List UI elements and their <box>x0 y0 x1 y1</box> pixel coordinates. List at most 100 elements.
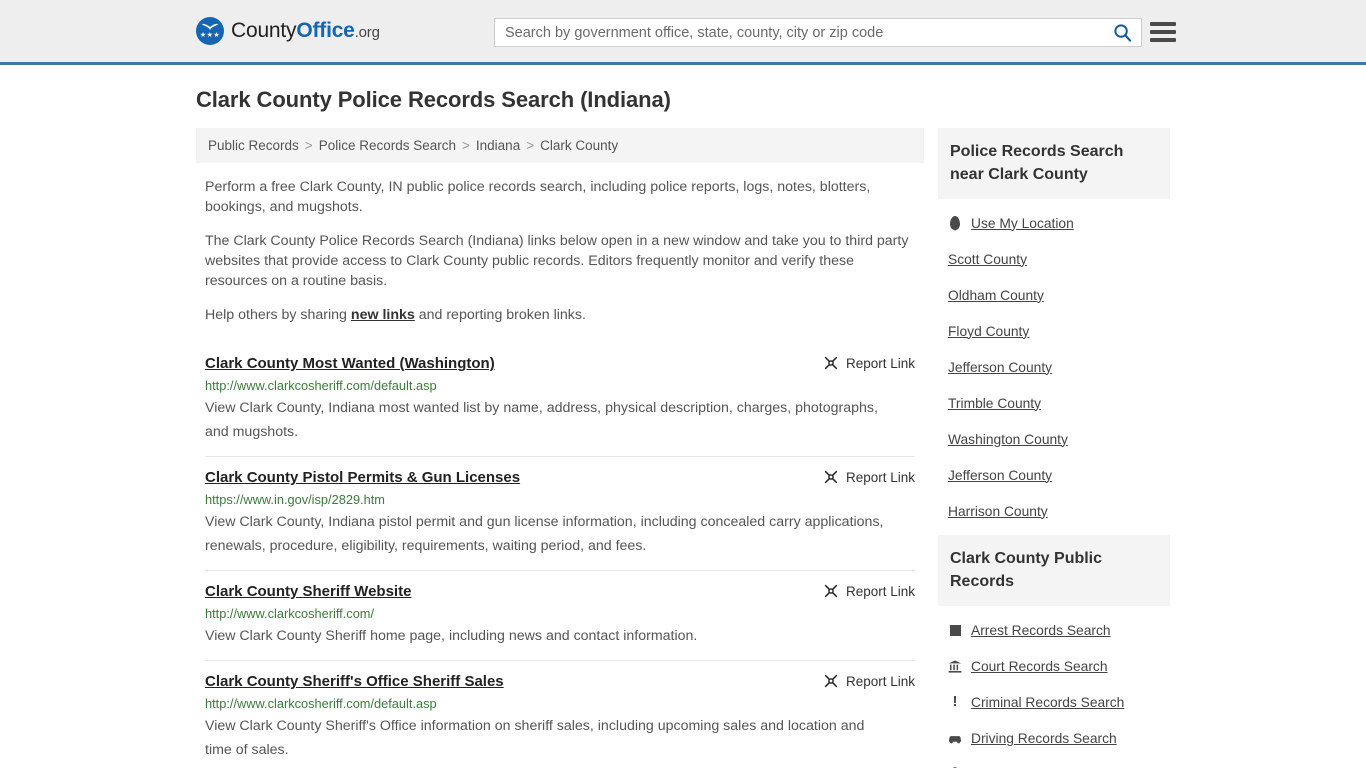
logo-tld: .org <box>354 24 380 41</box>
map-pin-icon <box>948 216 962 230</box>
sidebar: Police Records Search near Clark County … <box>938 128 1170 768</box>
search-bar <box>494 18 1142 47</box>
exclamation-icon: ! <box>952 693 958 710</box>
sidebar-item-washington-county[interactable]: Washington County <box>948 421 1170 457</box>
result-item: Clark County Most Wanted (Washington) Re… <box>205 343 915 456</box>
search-button[interactable] <box>1103 19 1141 46</box>
breadcrumb-separator: > <box>462 138 470 153</box>
report-link-label: Report Link <box>845 583 915 599</box>
result-header: Clark County Sheriff Website Report Link <box>205 582 915 601</box>
site-logo[interactable]: ★★★ CountyOffice.org <box>196 17 380 45</box>
new-links-link[interactable]: new links <box>351 307 415 323</box>
courthouse-icon <box>948 660 962 673</box>
result-url: http://www.clarkcosheriff.com/default.as… <box>205 696 437 711</box>
breadcrumb-item-police-records-search[interactable]: Police Records Search <box>319 138 456 153</box>
search-icon <box>1113 24 1131 42</box>
result-url: http://www.clarkcosheriff.com/default.as… <box>205 378 437 393</box>
sidebar-item-criminal-records-search[interactable]: ! Criminal Records Search <box>948 684 1170 720</box>
broken-link-icon <box>824 356 838 370</box>
result-description: View Clark County, Indiana most wanted l… <box>205 400 878 440</box>
broken-link-icon <box>824 584 838 598</box>
sidebar-item-label: Driving Records Search <box>971 730 1117 746</box>
result-description: View Clark County Sheriff's Office infor… <box>205 718 865 758</box>
sidebar-item-label: Court Records Search <box>971 658 1108 674</box>
breadcrumb-item-public-records[interactable]: Public Records <box>208 138 299 153</box>
breadcrumb-item-clark-county[interactable]: Clark County <box>540 138 618 153</box>
site-header: ★★★ CountyOffice.org <box>0 0 1366 65</box>
result-title-link[interactable]: Clark County Pistol Permits & Gun Licens… <box>205 468 520 487</box>
sidebar-item-label: Jefferson County <box>948 467 1053 483</box>
sidebar-item-arrest-records-search[interactable]: Arrest Records Search <box>948 612 1170 648</box>
hamburger-bar-2 <box>1150 30 1176 34</box>
intro-text-after-link: and reporting broken links. <box>414 307 586 323</box>
sidebar-item-court-records-search[interactable]: Court Records Search <box>948 648 1170 684</box>
page-title: Clark County Police Records Search (Indi… <box>196 87 671 112</box>
result-item: Clark County Sheriff's Office Sheriff Sa… <box>205 660 915 768</box>
results-list: Clark County Most Wanted (Washington) Re… <box>196 343 924 768</box>
intro-paragraph-1: Perform a free Clark County, IN public p… <box>205 179 871 215</box>
car-icon <box>948 733 962 744</box>
sidebar-item-label: Arrest Records Search <box>971 622 1111 638</box>
logo-part-county: County <box>231 19 297 42</box>
sidebar-item-label: Use My Location <box>971 215 1074 231</box>
report-link-label: Report Link <box>845 469 915 485</box>
sidebar-nearby-list: Use My Location Scott County Oldham Coun… <box>938 199 1170 529</box>
result-description: View Clark County, Indiana pistol permit… <box>205 514 884 554</box>
sidebar-item-label: Scott County <box>948 251 1027 267</box>
sidebar-item-driving-records-search[interactable]: Driving Records Search <box>948 720 1170 756</box>
sidebar-item-oldham-county[interactable]: Oldham County <box>948 277 1170 313</box>
sidebar-item-label: Jefferson County <box>948 359 1053 375</box>
sidebar-item-label: Oldham County <box>948 287 1044 303</box>
sidebar-heading-nearby: Police Records Search near Clark County <box>938 128 1170 199</box>
report-link-button[interactable]: Report Link <box>823 354 915 371</box>
content-grid: Public Records > Police Records Search >… <box>196 128 1366 768</box>
eagle-icon <box>201 23 219 30</box>
sidebar-item-jefferson-county[interactable]: Jefferson County <box>948 349 1170 385</box>
report-link-button[interactable]: Report Link <box>823 468 915 485</box>
breadcrumb-separator: > <box>526 138 535 153</box>
sidebar-item-label: Trimble County <box>948 395 1042 411</box>
sidebar-item-floyd-county[interactable]: Floyd County <box>948 313 1170 349</box>
result-url: http://www.clarkcosheriff.com/ <box>205 606 375 621</box>
breadcrumb-item-indiana[interactable]: Indiana <box>476 138 520 153</box>
logo-wordmark: CountyOffice.org <box>231 19 380 43</box>
result-item: Clark County Sheriff Website Report Link… <box>205 570 915 660</box>
result-header: Clark County Sheriff's Office Sheriff Sa… <box>205 672 915 691</box>
hamburger-menu-icon[interactable] <box>1150 20 1176 44</box>
result-title-link[interactable]: Clark County Sheriff Website <box>205 582 411 601</box>
broken-link-icon <box>824 470 838 484</box>
breadcrumb: Public Records > Police Records Search >… <box>196 128 924 163</box>
hamburger-bar-1 <box>1150 22 1176 26</box>
broken-link-icon <box>824 674 838 688</box>
stars-icon: ★★★ <box>199 32 221 39</box>
result-url: https://www.in.gov/isp/2829.htm <box>205 492 385 507</box>
result-title-link[interactable]: Clark County Sheriff's Office Sheriff Sa… <box>205 672 504 691</box>
result-header: Clark County Most Wanted (Washington) Re… <box>205 354 915 373</box>
search-input[interactable] <box>495 19 1103 46</box>
intro-paragraph-2: The Clark County Police Records Search (… <box>205 233 909 289</box>
result-item: Clark County Pistol Permits & Gun Licens… <box>205 456 915 570</box>
result-title-link[interactable]: Clark County Most Wanted (Washington) <box>205 354 495 373</box>
sidebar-item-jail-records-search[interactable]: Jail Records Search <box>948 756 1170 768</box>
result-header: Clark County Pistol Permits & Gun Licens… <box>205 468 915 487</box>
sidebar-item-trimble-county[interactable]: Trimble County <box>948 385 1170 421</box>
intro-paragraph-3: Help others by sharing new links and rep… <box>205 305 915 325</box>
sidebar-item-label: Floyd County <box>948 323 1030 339</box>
page-body: Clark County Police Records Search (Indi… <box>0 87 1366 768</box>
sidebar-item-use-my-location[interactable]: Use My Location <box>948 205 1170 241</box>
sidebar-item-scott-county[interactable]: Scott County <box>948 241 1170 277</box>
intro-text-before-link: Help others by sharing <box>205 307 351 323</box>
report-link-label: Report Link <box>845 673 915 689</box>
sidebar-public-records-list: Arrest Records Search Court Records Sear… <box>938 606 1170 768</box>
logo-part-office: Office <box>296 19 355 42</box>
sidebar-box-public-records: Clark County Public Records Arrest Recor… <box>938 535 1170 768</box>
sidebar-item-jefferson-county-2[interactable]: Jefferson County <box>948 457 1170 493</box>
report-link-button[interactable]: Report Link <box>823 672 915 689</box>
result-description: View Clark County Sheriff home page, inc… <box>205 628 698 644</box>
hamburger-bar-3 <box>1150 38 1176 42</box>
breadcrumb-separator: > <box>304 138 313 153</box>
report-link-button[interactable]: Report Link <box>823 582 915 599</box>
sidebar-item-harrison-county[interactable]: Harrison County <box>948 493 1170 529</box>
county-office-emblem-icon: ★★★ <box>196 17 224 45</box>
report-link-label: Report Link <box>845 355 915 371</box>
